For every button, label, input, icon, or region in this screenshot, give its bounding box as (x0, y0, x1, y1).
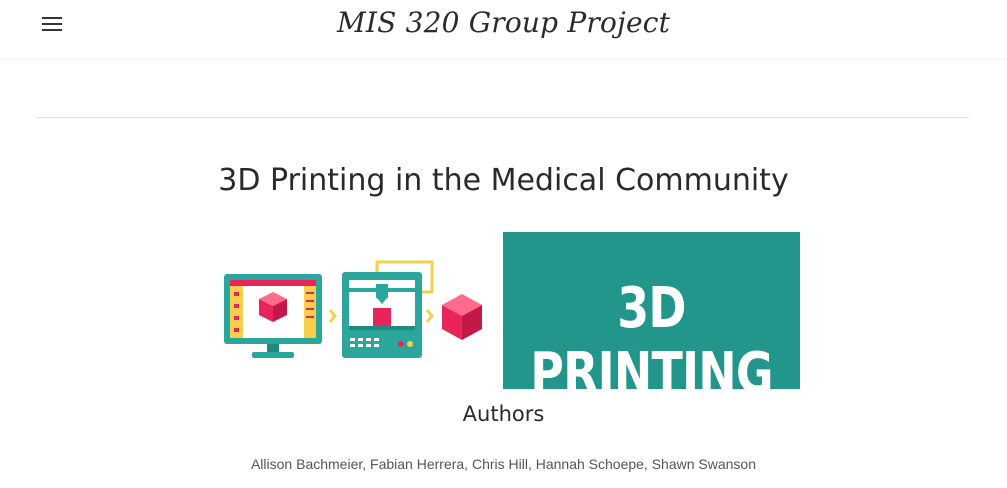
computer-monitor-icon (224, 274, 322, 358)
3d-cube-icon (442, 294, 482, 340)
3d-printing-banner: 3D PRINTING (503, 232, 800, 406)
divider (37, 117, 969, 118)
page-title: 3D Printing in the Medical Community (218, 163, 789, 198)
arrow-icon (425, 309, 434, 323)
site-title[interactable]: MIS 320 Group Project (0, 6, 1007, 39)
banner-text: 3D PRINTING (530, 276, 773, 406)
arrow-icon (328, 309, 337, 323)
authors-list: Allison Bachmeier, Fabian Herrera, Chris… (250, 456, 757, 472)
3d-printer-icon (342, 260, 434, 358)
authors-heading: Authors (462, 402, 545, 426)
3d-printing-process-illustration (224, 260, 482, 358)
top-bar: MIS 320 Group Project (0, 0, 1007, 58)
